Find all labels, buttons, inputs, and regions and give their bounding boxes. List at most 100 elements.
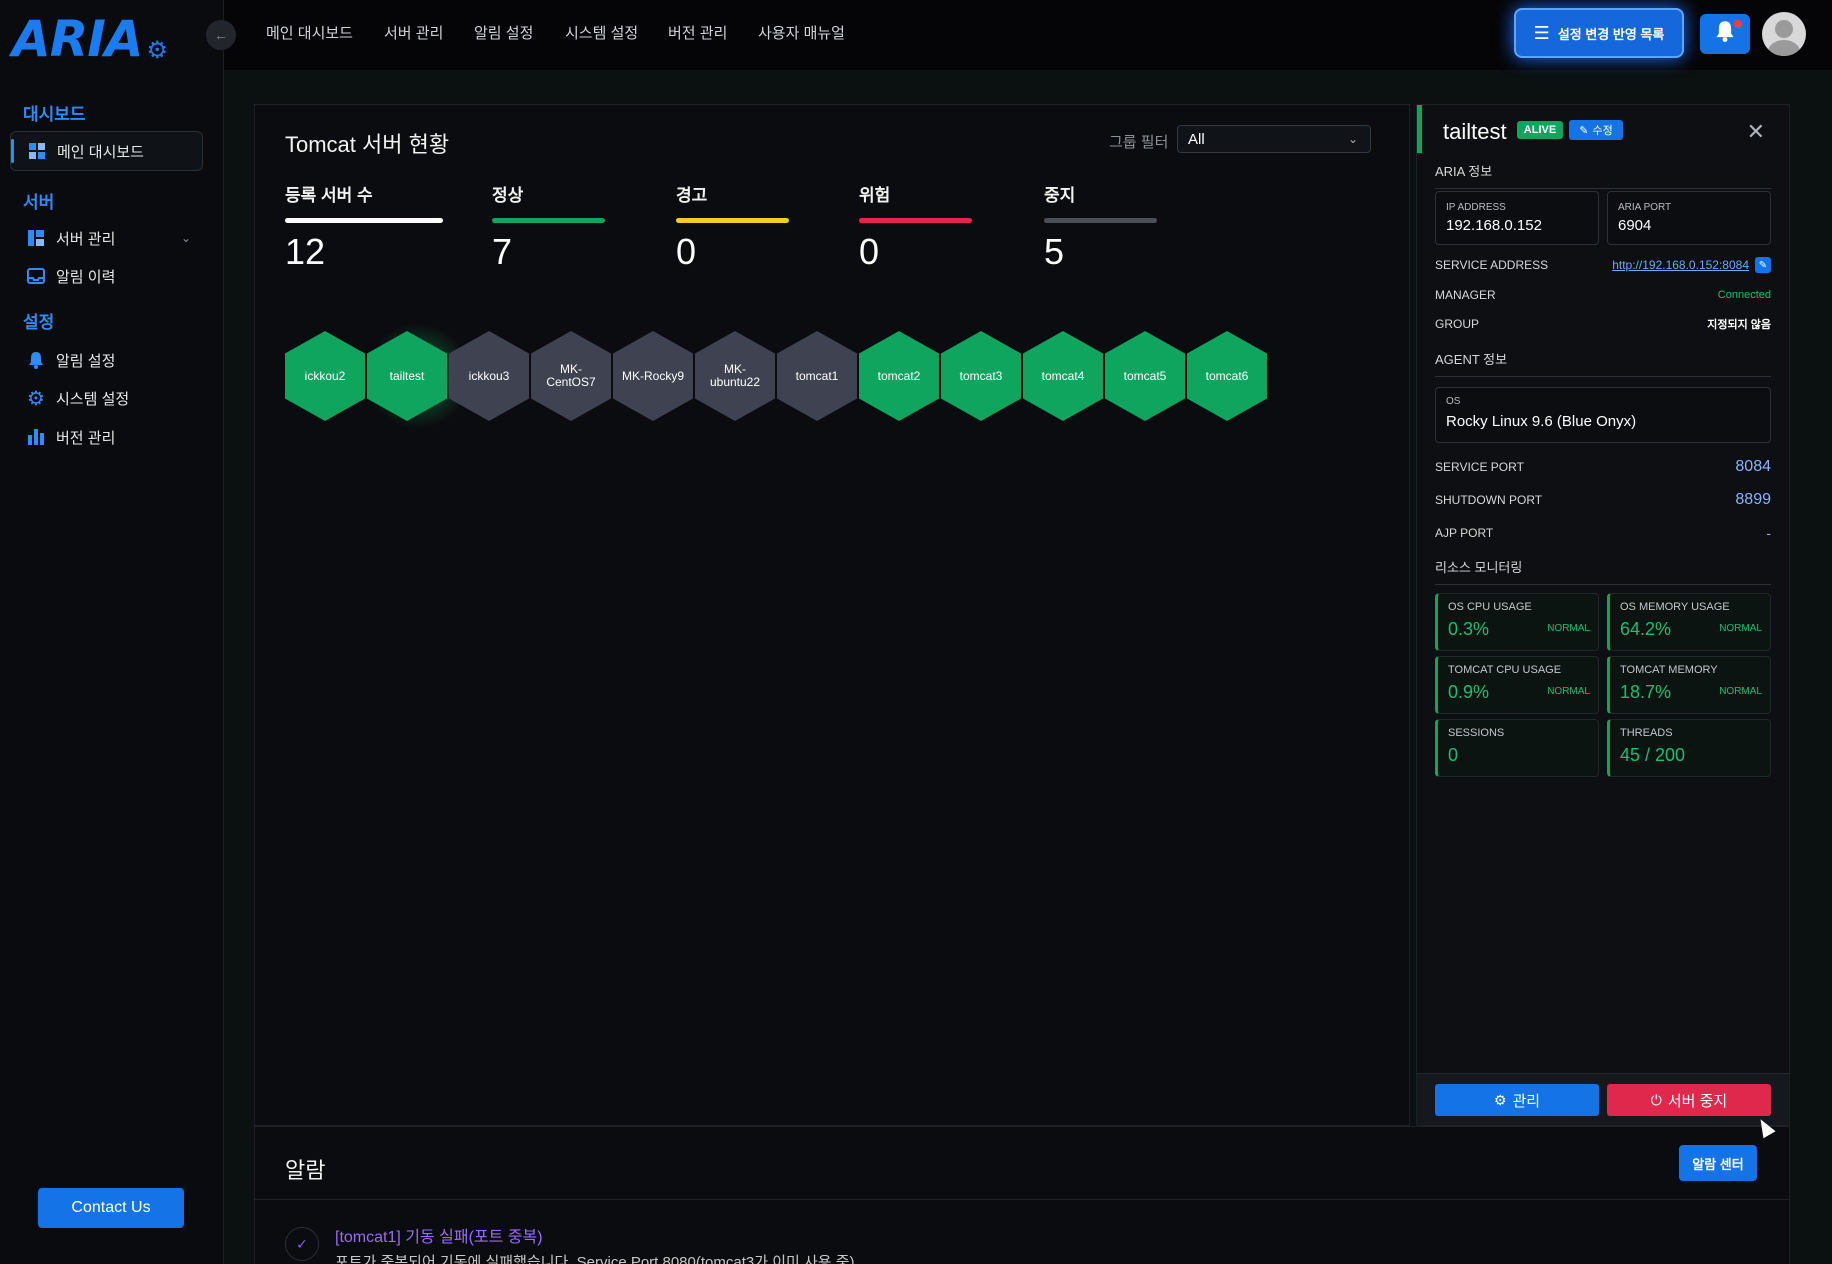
service-port-row: SERVICE PORT 8084 (1435, 457, 1771, 477)
section-server: 서버 (23, 193, 55, 212)
stat-value: 0 (676, 231, 697, 272)
sidebar-item-label: 서버 관리 (56, 230, 116, 248)
resource-card-threads: THREADS 45 / 200 (1607, 719, 1771, 777)
stat-label: 위험 (859, 186, 891, 205)
stat-critical: 위험 0 (859, 181, 972, 273)
sidebar-item-alarm-history[interactable]: 알림 이력 (10, 256, 203, 296)
sidebar-item-label: 메인 대시보드 (57, 143, 144, 161)
server-hex[interactable]: MK-CentOS7 (531, 331, 611, 421)
server-hex[interactable]: tomcat1 (777, 331, 857, 421)
alarm-panel: 알람 알람 센터 ✓ [tomcat1] 기동 실패(포트 중복) 포트가 중복… (254, 1126, 1790, 1264)
stat-value: 7 (492, 231, 513, 272)
stat-bar (492, 218, 605, 223)
resource-status: NORMAL (1547, 623, 1590, 634)
shield-check-icon: ✓ (285, 1227, 319, 1261)
stop-server-label: 서버 중지 (1667, 1092, 1728, 1110)
ip-address-box: IP ADDRESS 192.168.0.152 (1435, 191, 1599, 245)
group-filter-select[interactable]: All ⌄ (1177, 125, 1371, 153)
manager-value: Connected (1717, 289, 1771, 301)
resource-status: NORMAL (1719, 686, 1762, 697)
topnav-server-management[interactable]: 서버 관리 (384, 22, 443, 43)
server-hex[interactable]: MK-ubuntu22 (695, 331, 775, 421)
settings-changes-label: 설정 변경 반영 목록 (1557, 26, 1665, 42)
stat-bar (1044, 218, 1157, 223)
arrow-left-icon: ← (214, 27, 228, 43)
edit-button[interactable]: ✎ 수정 (1569, 120, 1623, 140)
server-hex[interactable]: tomcat6 (1187, 331, 1267, 421)
stat-label: 등록 서버 수 (285, 186, 373, 205)
aria-logo[interactable]: ARIA ⚙ (12, 10, 168, 68)
sidebar-item-server-management[interactable]: 서버 관리 ⌄ (10, 218, 203, 258)
server-hex[interactable]: ickkou2 (285, 331, 365, 421)
alarm-item-title[interactable]: [tomcat1] 기동 실패(포트 중복) (335, 1223, 543, 1247)
bell-icon (1715, 20, 1735, 48)
manage-button[interactable]: ⚙ 관리 (1435, 1084, 1599, 1116)
topnav-user-manual[interactable]: 사용자 매뉴얼 (758, 22, 845, 43)
resource-label: OS CPU USAGE (1448, 601, 1532, 613)
sidebar-item-system-settings[interactable]: ⚙ 시스템 설정 (10, 378, 203, 418)
resource-label: THREADS (1620, 727, 1673, 739)
sidebar-item-alarm-settings[interactable]: 알림 설정 (10, 340, 203, 380)
alarm-center-button[interactable]: 알람 센터 (1679, 1145, 1757, 1181)
settings-changes-button[interactable]: ☰ 설정 변경 반영 목록 (1514, 8, 1684, 58)
service-address-wrap: http://192.168.0.152:8084 ✎ (1612, 257, 1771, 273)
resource-card-tomcat-memory: TOMCAT MEMORY 18.7% NORMAL (1607, 656, 1771, 714)
topnav-version-management[interactable]: 버전 관리 (668, 22, 727, 43)
os-value: Rocky Linux 9.6 (Blue Onyx) (1446, 413, 1637, 430)
notifications-button[interactable] (1700, 14, 1750, 54)
section-settings: 설정 (23, 313, 55, 332)
bar-chart-icon (26, 427, 46, 447)
resource-monitoring-heading: 리소스 모니터링 (1435, 557, 1771, 585)
shutdown-port-label: SHUTDOWN PORT (1435, 493, 1543, 507)
service-address-row: SERVICE ADDRESS http://192.168.0.152:808… (1435, 255, 1771, 275)
stat-bar (285, 218, 443, 223)
list-icon: ☰ (1533, 22, 1550, 43)
aria-port-value: 6904 (1618, 217, 1652, 234)
resource-card-sessions: SESSIONS 0 (1435, 719, 1599, 777)
server-hex[interactable]: tomcat5 (1105, 331, 1185, 421)
manager-label: MANAGER (1435, 288, 1496, 302)
server-detail-panel: tailtest ALIVE ✎ 수정 ✕ ARIA 정보 IP ADDRESS… (1416, 104, 1790, 1126)
avatar[interactable] (1762, 12, 1806, 56)
inbox-icon (26, 266, 46, 286)
group-filter-label: 그룹 필터 (1109, 134, 1169, 151)
status-badge: ALIVE (1517, 121, 1563, 139)
service-address-link[interactable]: http://192.168.0.152:8084 (1612, 258, 1749, 272)
topnav-alarm-settings[interactable]: 알림 설정 (474, 22, 533, 43)
shutdown-port-row: SHUTDOWN PORT 8899 (1435, 490, 1771, 510)
ajp-port-label: AJP PORT (1435, 526, 1494, 540)
logo-text: ARIA (12, 10, 143, 68)
grid-icon (27, 141, 47, 161)
stat-value: 12 (285, 231, 326, 272)
tomcat-status-panel: Tomcat 서버 현황 그룹 필터 All ⌄ 등록 서버 수 12 정상 7… (254, 104, 1410, 1126)
collapse-sidebar-button[interactable]: ← (206, 20, 236, 50)
edit-icon: ✎ (1579, 124, 1589, 137)
server-hex[interactable]: tomcat4 (1023, 331, 1103, 421)
server-hex[interactable]: MK-Rocky9 (613, 331, 693, 421)
os-label: OS (1446, 396, 1461, 407)
sidebar-item-version-management[interactable]: 버전 관리 (10, 417, 203, 457)
server-hex[interactable]: tomcat3 (941, 331, 1021, 421)
chevron-down-icon: ⌄ (180, 231, 191, 245)
sidebar-item-label: 알림 이력 (56, 268, 116, 286)
stop-server-button[interactable]: ⏻ 서버 중지 (1607, 1084, 1771, 1116)
resource-value: 45 / 200 (1620, 745, 1686, 765)
sidebar: ARIA ⚙ 대시보드 메인 대시보드 서버 서버 관리 ⌄ 알림 이력 설정 … (0, 0, 224, 1264)
service-port-value: 8084 (1735, 458, 1771, 475)
os-box: OS Rocky Linux 9.6 (Blue Onyx) (1435, 387, 1771, 443)
server-hex[interactable]: tomcat2 (859, 331, 939, 421)
resource-value: 0 (1448, 745, 1459, 765)
server-name: tailtest (1443, 119, 1507, 144)
stat-total: 등록 서버 수 12 (285, 181, 443, 273)
stat-label: 정상 (492, 186, 524, 205)
topnav-main-dashboard[interactable]: 메인 대시보드 (266, 22, 353, 43)
ajp-port-row: AJP PORT - (1435, 523, 1771, 543)
contact-us-button[interactable]: Contact Us (38, 1188, 184, 1228)
stat-normal: 정상 7 (492, 181, 605, 273)
sidebar-item-main-dashboard[interactable]: 메인 대시보드 (10, 131, 203, 171)
topnav-system-settings[interactable]: 시스템 설정 (565, 22, 638, 43)
external-link-icon[interactable]: ✎ (1755, 257, 1771, 273)
stat-warning: 경고 0 (676, 181, 789, 273)
close-icon[interactable]: ✕ (1747, 119, 1765, 145)
stat-bar (859, 218, 972, 223)
